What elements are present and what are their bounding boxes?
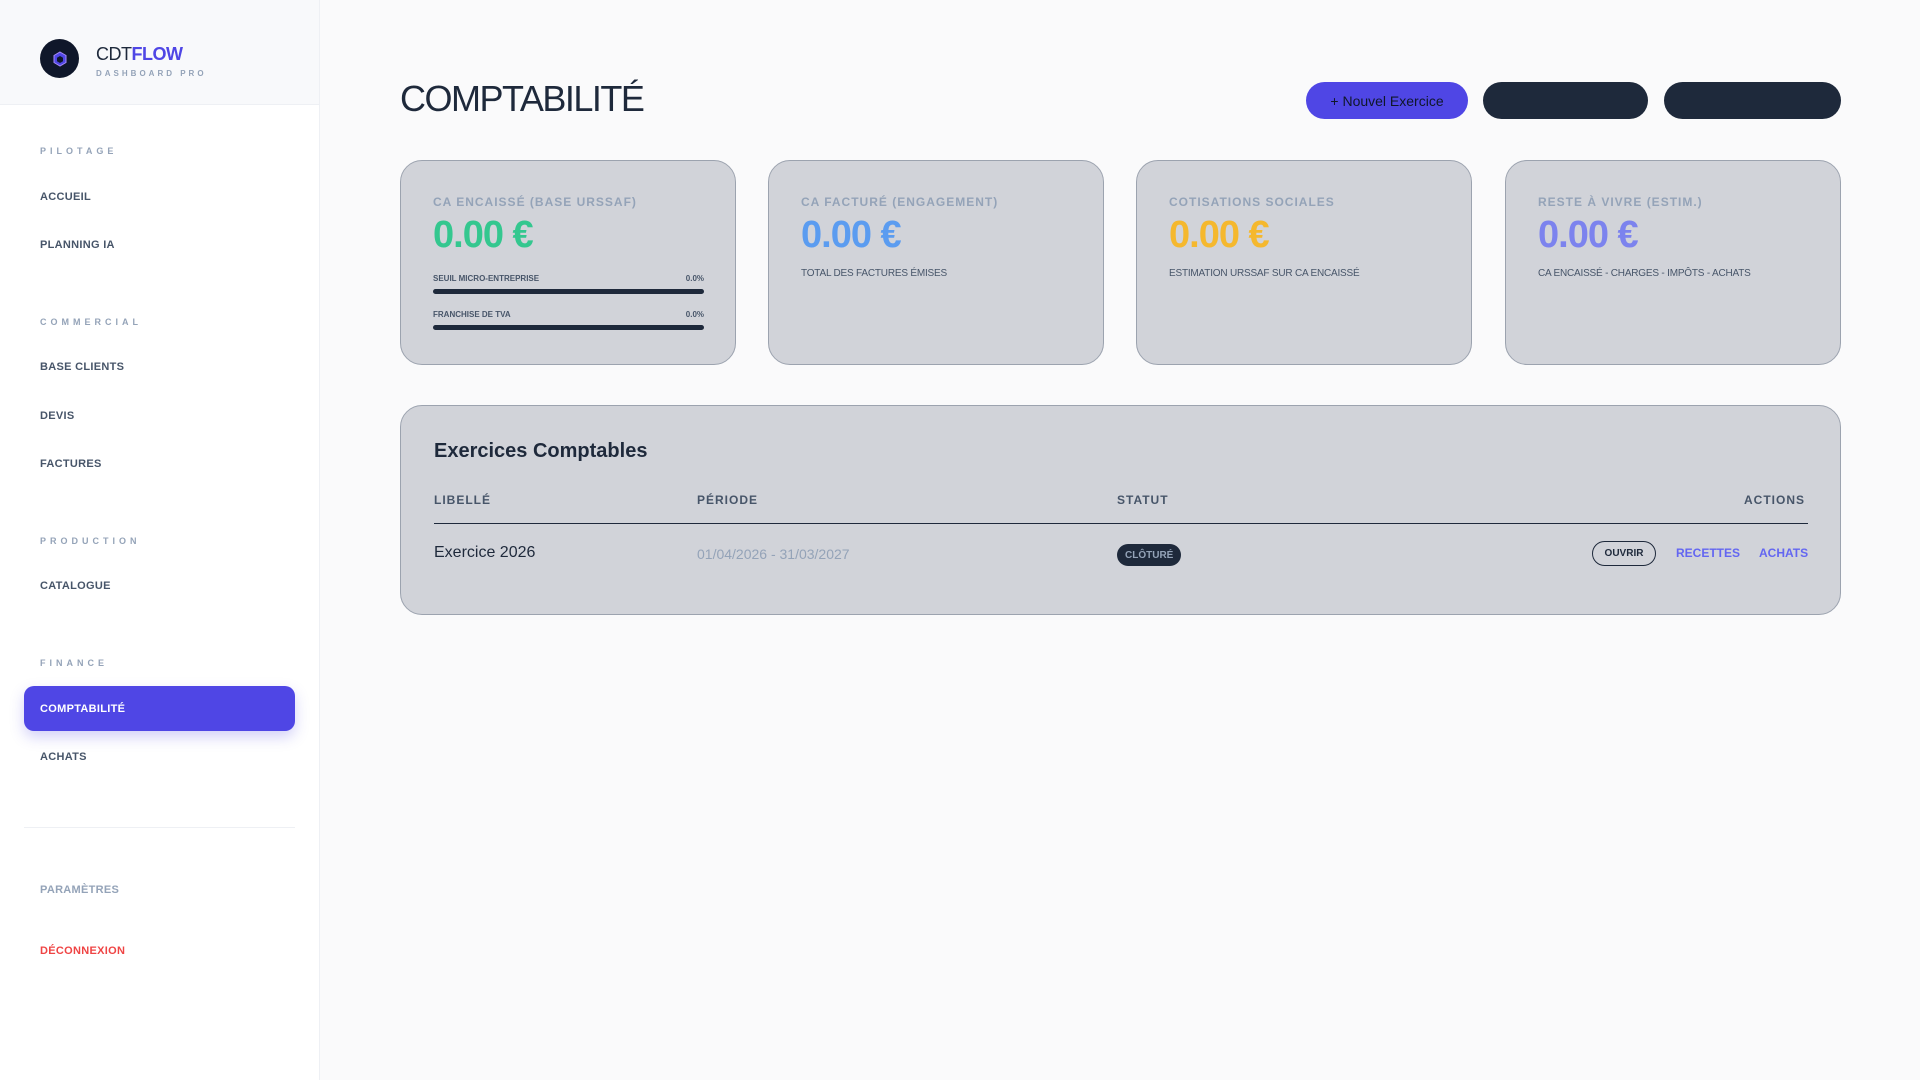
sidebar-item-comptabilite[interactable]: COMPTABILITÉ <box>24 686 295 731</box>
sidebar-item-achats[interactable]: ACHATS <box>24 734 295 779</box>
sidebar-item-accueil[interactable]: ACCUEIL <box>24 174 295 219</box>
section-title-production: PRODUCTION <box>40 536 141 546</box>
logout-link[interactable]: DÉCONNEXION <box>24 928 295 973</box>
brand-name-prefix: CDT <box>96 44 132 64</box>
exercises-panel: Exercices Comptables LIBELLÉ PÉRIODE STA… <box>400 405 1841 615</box>
kpi-label: CA ENCAISSÉ (BASE URSSAF) <box>433 195 637 209</box>
open-exercise-button[interactable]: OUVRIR <box>1592 541 1656 566</box>
sidebar: CDTFLOW DASHBOARD PRO PILOTAGE ACCUEIL P… <box>0 0 320 1080</box>
exercise-period: 01/04/2026 - 31/03/2027 <box>697 546 850 562</box>
kpi-label: COTISATIONS SOCIALES <box>1169 195 1335 209</box>
kpi-card-ca-encaisse: CA ENCAISSÉ (BASE URSSAF) 0.00 € SEUIL M… <box>400 160 736 365</box>
header-button-2[interactable] <box>1483 82 1648 119</box>
column-header-actions: ACTIONS <box>1744 493 1805 507</box>
brand-name: CDTFLOW <box>96 44 183 65</box>
kpi-value: 0.00 € <box>801 214 902 256</box>
kpi-card-ca-facture: CA FACTURÉ (ENGAGEMENT) 0.00 € TOTAL DES… <box>768 160 1104 365</box>
new-exercise-button[interactable]: + Nouvel Exercice <box>1306 82 1468 119</box>
column-header-libelle: LIBELLÉ <box>434 493 491 507</box>
kpi-value: 0.00 € <box>1169 214 1270 256</box>
gauge-value: 0.0% <box>685 274 704 283</box>
brand-subtitle: DASHBOARD PRO <box>96 69 207 78</box>
sidebar-divider <box>24 827 295 828</box>
purchases-link[interactable]: ACHATS <box>1759 546 1808 560</box>
kpi-card-reste-a-vivre: RESTE À VIVRE (ESTIM.) 0.00 € CA ENCAISS… <box>1505 160 1841 365</box>
section-title-commercial: COMMERCIAL <box>40 317 142 327</box>
page-title: COMPTABILITÉ <box>400 78 645 119</box>
exercise-label: Exercice 2026 <box>434 544 536 561</box>
section-title-pilotage: PILOTAGE <box>40 146 118 156</box>
panel-title: Exercices Comptables <box>434 440 648 462</box>
gauge-value: 0.0% <box>685 310 704 319</box>
sidebar-item-devis[interactable]: DEVIS <box>24 393 295 438</box>
kpi-subtext: ESTIMATION URSSAF SUR CA ENCAISSÉ <box>1169 268 1360 279</box>
kpi-label: CA FACTURÉ (ENGAGEMENT) <box>801 195 999 209</box>
section-title-finance: FINANCE <box>40 658 108 668</box>
receipts-link[interactable]: RECETTES <box>1676 546 1740 560</box>
kpi-label: RESTE À VIVRE (ESTIM.) <box>1538 195 1703 209</box>
table-divider <box>434 523 1808 524</box>
kpi-subtext: CA ENCAISSÉ - CHARGES - IMPÔTS - ACHATS <box>1538 268 1751 279</box>
gauge-label: SEUIL MICRO-ENTREPRISE <box>433 274 540 283</box>
sidebar-item-planning-ia[interactable]: PLANNING IA <box>24 222 295 267</box>
sidebar-item-catalogue[interactable]: CATALOGUE <box>24 563 295 608</box>
sidebar-item-parametres[interactable]: PARAMÈTRES <box>24 867 295 912</box>
kpi-value: 0.00 € <box>1538 214 1639 256</box>
status-badge: CLÔTURÉ <box>1117 544 1182 566</box>
gauge-label: FRANCHISE DE TVA <box>433 310 511 319</box>
sidebar-item-factures[interactable]: FACTURES <box>24 441 295 486</box>
gauge-track <box>433 325 704 330</box>
sidebar-item-base-clients[interactable]: BASE CLIENTS <box>24 344 295 389</box>
logo-icon <box>40 39 79 78</box>
kpi-value: 0.00 € <box>433 214 534 256</box>
kpi-card-cotisations: COTISATIONS SOCIALES 0.00 € ESTIMATION U… <box>1136 160 1472 365</box>
brand-name-suffix: FLOW <box>131 44 183 64</box>
header-button-3[interactable] <box>1664 82 1841 119</box>
gauge-franchise-tva: FRANCHISE DE TVA 0.0% <box>433 310 704 330</box>
column-header-periode: PÉRIODE <box>697 493 759 507</box>
gauge-track <box>433 289 704 294</box>
column-header-statut: STATUT <box>1117 493 1169 507</box>
kpi-subtext: TOTAL DES FACTURES ÉMISES <box>801 268 947 279</box>
gauge-micro-entreprise: SEUIL MICRO-ENTREPRISE 0.0% <box>433 274 704 294</box>
brand-header: CDTFLOW DASHBOARD PRO <box>0 0 319 105</box>
